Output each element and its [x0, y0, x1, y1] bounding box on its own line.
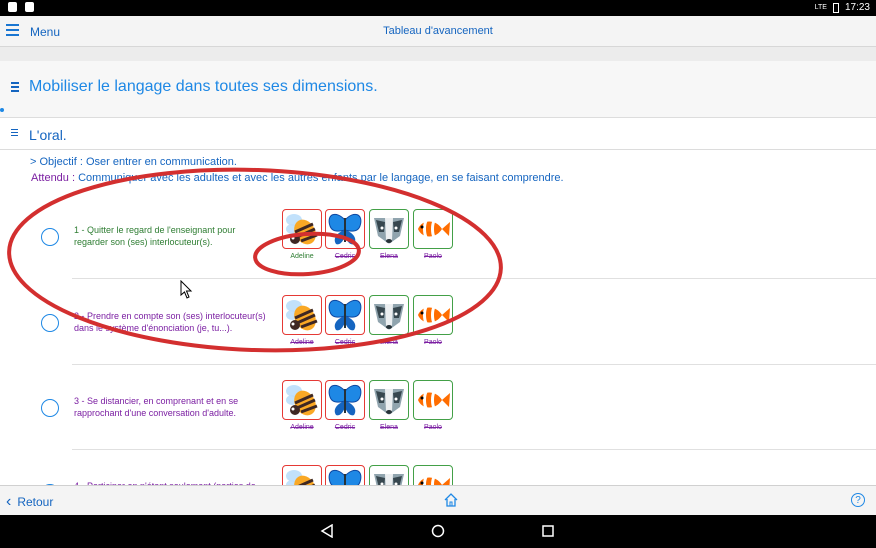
item-radio-button[interactable] [41, 399, 59, 417]
student-name: Paolo [424, 424, 442, 431]
home-icon[interactable] [443, 492, 459, 513]
item-label-line2: dans le système d'énonciation (je, tu...… [74, 323, 233, 333]
back-nav-icon[interactable] [320, 524, 334, 538]
student-avatar-cedric[interactable] [325, 209, 365, 249]
section-title: Mobiliser le langage dans toutes ses dim… [29, 78, 378, 95]
badger-icon [374, 304, 404, 330]
help-button[interactable]: ? [851, 493, 865, 507]
butterfly-icon [328, 213, 362, 245]
home-nav-icon[interactable] [431, 524, 445, 538]
attendu-description: Communiquer avec les adultes et avec les… [78, 172, 564, 184]
chevron-left-icon: ‹ [6, 493, 12, 510]
list-item: 2 - Prendre en compte son (ses) interloc… [0, 280, 876, 365]
student-name: Elena [380, 339, 398, 346]
student-avatar-elena[interactable] [369, 295, 409, 335]
list-icon [11, 82, 19, 94]
student-name: Adeline [290, 253, 314, 260]
student-name: Paolo [424, 253, 442, 260]
android-icon [25, 2, 34, 12]
student-avatar-adeline[interactable] [282, 380, 322, 420]
student-name: Adeline [290, 339, 314, 346]
chevron-right-icon: > [30, 156, 37, 168]
clownfish-icon [418, 220, 450, 238]
butterfly-icon [328, 384, 362, 416]
scroll-indicator [0, 108, 4, 112]
item-label-line1: 3 - Se distancier, en comprenant et en s… [74, 396, 239, 406]
objectif-text[interactable]: > Objectif : Oser entrer en communicatio… [30, 156, 237, 168]
bottom-bar: ‹ Retour ? [0, 485, 876, 516]
list-icon [11, 129, 18, 138]
subsection-title: L'oral. [29, 127, 67, 143]
back-label: Retour [17, 495, 54, 509]
signal-icon: LTE [814, 4, 827, 11]
item-label-line1: 2 - Prendre en compte son (ses) interloc… [74, 311, 266, 321]
bee-icon [286, 300, 318, 331]
student-name: Cedric [334, 339, 356, 346]
student-avatar-cedric[interactable] [325, 380, 365, 420]
student-name: Cedric [334, 424, 356, 431]
student-name: Elena [380, 424, 398, 431]
student-name: Paolo [424, 339, 442, 346]
student-name: Elena [380, 253, 398, 260]
item-label: 2 - Prendre en compte son (ses) interloc… [74, 310, 279, 334]
badger-icon [374, 218, 404, 244]
recents-nav-icon[interactable] [542, 525, 554, 537]
subsection-header[interactable]: L'oral. [0, 119, 876, 150]
item-label-line1: 1 - Quitter le regard de l'enseignant po… [74, 225, 236, 235]
butterfly-icon [328, 299, 362, 331]
attendu-label: Attendu : [31, 172, 76, 184]
header-spacer [0, 47, 876, 61]
status-bar: LTE 17:23 [0, 0, 876, 16]
student-avatar-adeline[interactable] [282, 295, 322, 335]
student-avatar-paolo[interactable] [413, 295, 453, 335]
badger-icon [374, 389, 404, 415]
section-header[interactable]: Mobiliser le langage dans toutes ses dim… [0, 61, 876, 118]
bee-icon [286, 214, 318, 245]
notification-icon [8, 2, 17, 12]
student-avatar-cedric[interactable] [325, 295, 365, 335]
system-nav-bar [0, 515, 876, 548]
student-avatar-elena[interactable] [369, 209, 409, 249]
back-button[interactable]: ‹ Retour [6, 493, 53, 511]
bee-icon [286, 385, 318, 416]
battery-icon [832, 2, 839, 13]
student-name: Adeline [290, 424, 314, 431]
item-radio-button[interactable] [41, 314, 59, 332]
item-label-line2: regarder son (ses) interlocuteur(s). [74, 237, 213, 247]
page-title: Tableau d'avancement [383, 25, 493, 37]
clownfish-icon [418, 391, 450, 409]
item-label: 1 - Quitter le regard de l'enseignant po… [74, 224, 279, 248]
attendu-text: Attendu : Communiquer avec les adultes e… [31, 172, 564, 184]
item-label-line2: rapprochant d'une conversation d'adulte. [74, 408, 237, 418]
app-bar: Menu Tableau d'avancement [0, 16, 876, 47]
student-avatar-paolo[interactable] [413, 380, 453, 420]
student-name: Cedric [334, 253, 356, 260]
student-avatar-paolo[interactable] [413, 209, 453, 249]
student-avatar-adeline[interactable] [282, 209, 322, 249]
objectif-label: Objectif : Oser entrer en communication. [39, 156, 237, 168]
item-label: 3 - Se distancier, en comprenant et en s… [74, 395, 279, 419]
item-radio-button[interactable] [41, 228, 59, 246]
clock-time: 17:23 [844, 2, 870, 13]
student-avatar-elena[interactable] [369, 380, 409, 420]
list-item: 1 - Quitter le regard de l'enseignant po… [0, 194, 876, 279]
clownfish-icon [418, 306, 450, 324]
row-divider [72, 278, 876, 279]
list-item: 3 - Se distancier, en comprenant et en s… [0, 365, 876, 450]
mouse-cursor-icon [180, 280, 193, 299]
